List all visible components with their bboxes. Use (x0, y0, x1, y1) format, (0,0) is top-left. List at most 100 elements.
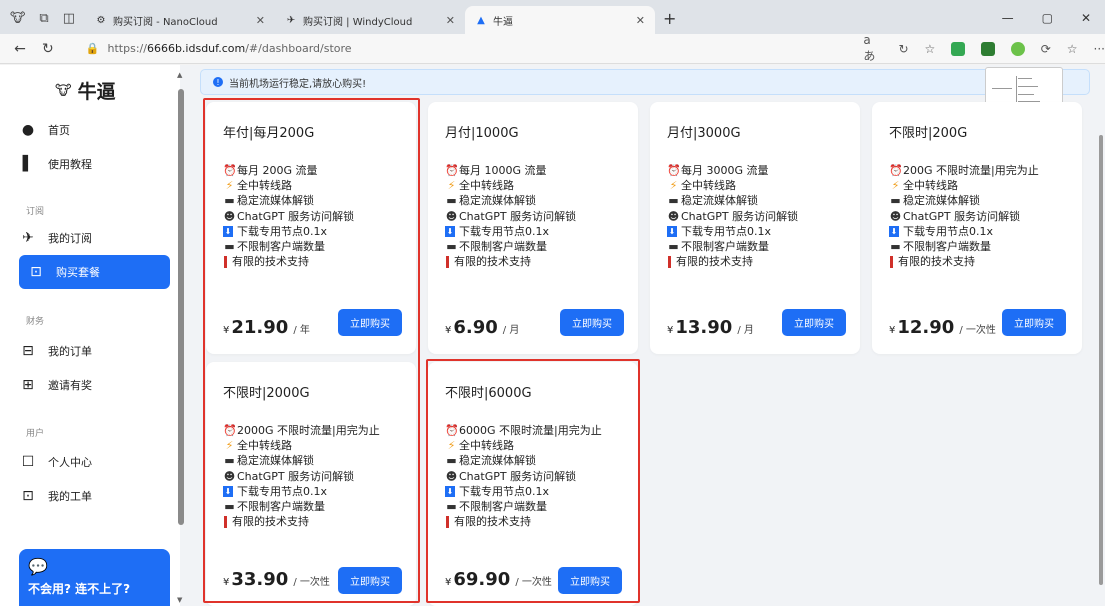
browser-tab-active[interactable]: ▲ 牛逼 ✕ (464, 6, 655, 34)
site-logo[interactable]: 🐮 牛逼 (55, 77, 116, 104)
feature-item: ⏰ 每月 200G 流量 (223, 164, 318, 177)
browser-tab-nanocloud[interactable]: ⚙ 购买订阅 - NanoCloud ✕ (85, 6, 275, 34)
shield-extension-icon[interactable] (951, 41, 966, 56)
tab-title: 牛逼 (492, 16, 513, 28)
buy-now-button[interactable]: 立即购买 (560, 309, 624, 336)
feature-item: ☻ ChatGPT 服务访问解锁 (445, 209, 577, 223)
red-bar-icon (224, 515, 227, 528)
page-scrollbar[interactable] (1097, 65, 1105, 606)
plan-card: 月付|1000G ⏰ 每月 1000G 流量 ⚡ 全中转线路 ▬ 稳定流媒体解锁 ☻ C… (428, 102, 638, 354)
minimap-thumbnail[interactable] (985, 67, 1063, 107)
close-window-icon[interactable]: ✕ (1081, 11, 1091, 25)
profile-icon[interactable]: 🐮 (10, 11, 25, 26)
plan-features: ⏰ 每月 1000G 流量 ⚡ 全中转线路 ▬ 稳定流媒体解锁 ☻ ChatGPT 服务… (445, 163, 576, 269)
buy-now-button[interactable]: 立即购买 (558, 567, 622, 594)
download-icon: ⬇ (445, 225, 455, 237)
close-icon[interactable]: ✕ (256, 14, 265, 27)
help-card[interactable]: 💬 不会用? 连不上了? (19, 549, 170, 606)
scrollbar-thumb[interactable] (1099, 135, 1103, 585)
sync-icon[interactable]: ⟳ (1041, 42, 1051, 56)
star-icon[interactable]: ☆ (925, 42, 936, 56)
paper-plane-icon: ✈ (22, 230, 34, 246)
plan-title: 月付|1000G (445, 126, 519, 141)
feature-item: ⏰ 2000G 不限时流量|用完为止 (223, 424, 380, 437)
buy-now-button[interactable]: 立即购买 (338, 567, 402, 594)
buy-now-button[interactable]: 立即购买 (338, 309, 402, 336)
buy-now-button[interactable]: 立即购买 (1002, 309, 1066, 336)
sidebar-scrollbar[interactable]: ▲ ▼ (176, 71, 186, 606)
address-bar[interactable]: 🔒 https://6666b.idsduf.com/#/dashboard/s… (76, 37, 834, 61)
robot-icon: ☻ (445, 209, 458, 223)
buy-now-button[interactable]: 立即购买 (782, 309, 846, 336)
scroll-down-icon[interactable]: ▼ (177, 596, 182, 604)
cow-logo-icon: 🐮 (55, 82, 72, 99)
feature-item: ▬ 稳定流媒体解锁 (890, 194, 980, 208)
gear-icon: ⚙ (96, 14, 106, 26)
scrollbar-thumb[interactable] (178, 89, 184, 525)
close-icon[interactable]: ✕ (446, 14, 455, 27)
sidebar-item-home[interactable]: ● 首页 (20, 117, 170, 143)
info-icon: ! (213, 77, 223, 87)
feature-item: ⬇ 下载专用节点0.1x (223, 484, 328, 498)
sidebar-item-tutorial[interactable]: ▌ 使用教程 (20, 151, 170, 177)
feature-item: ▬ 稳定流媒体解锁 (446, 454, 536, 468)
nav-group-finance: 财务 (26, 317, 45, 327)
alarm-clock-icon: ⏰ (445, 164, 459, 177)
close-icon[interactable]: ✕ (636, 14, 645, 27)
help-card-text: 不会用? 连不上了? (28, 582, 131, 596)
feature-item: ☻ ChatGPT 服务访问解锁 (223, 469, 355, 483)
sidebar-item-my-subscription[interactable]: ✈ 我的订阅 (20, 225, 170, 251)
workspaces-icon[interactable]: ⧉ (39, 11, 48, 26)
tab-actions-icon[interactable]: ◫ (63, 11, 75, 26)
alarm-clock-icon: ⏰ (223, 424, 237, 437)
green-extension-icon[interactable] (981, 41, 995, 56)
plan-title: 不限时|2000G (223, 386, 310, 401)
extension-icons: aあ ↻ ☆ ⟳ ☆ ··· (863, 33, 1105, 64)
plan-features: ⏰ 2000G 不限时流量|用完为止 ⚡ 全中转线路 ▬ 稳定流媒体解锁 ☻ ChatG… (223, 423, 380, 529)
sidebar-item-label: 我的工单 (48, 490, 92, 503)
plan-price: ¥21.90/ 年 (223, 317, 310, 338)
refresh-icon[interactable]: ↻ (34, 41, 62, 57)
feature-item: ☻ ChatGPT 服务访问解锁 (223, 209, 355, 223)
lightning-icon: ⚡ (669, 179, 678, 193)
read-aloud-icon[interactable]: aあ (863, 33, 882, 64)
plan-price: ¥13.90/ 月 (667, 317, 754, 338)
sidebar-item-my-orders[interactable]: ⊟ 我的订单 (20, 338, 170, 364)
globe-extension-icon[interactable] (1010, 41, 1025, 56)
feature-item: 有限的技术支持 (223, 514, 380, 529)
plan-price: ¥33.90/ 一次性 (223, 569, 330, 590)
sidebar-item-invite[interactable]: ⊞ 邀请有奖 (20, 372, 170, 398)
plan-card: 不限时|6000G ⏰ 6000G 不限时流量|用完为止 ⚡ 全中转线路 ▬ 稳定流媒… (428, 362, 638, 606)
sidebar-item-profile[interactable]: ☐ 个人中心 (20, 449, 170, 475)
download-icon: ⬇ (445, 485, 455, 497)
translate-icon[interactable]: ↻ (898, 42, 908, 56)
plan-title: 不限时|6000G (445, 386, 532, 401)
feature-item: ⚡ 全中转线路 (223, 178, 354, 193)
red-bar-icon (446, 515, 449, 528)
alarm-clock-icon: ⏰ (889, 164, 903, 177)
browser-tab-windycloud[interactable]: ✈ 购买订阅 | WindyCloud ✕ (275, 6, 465, 34)
robot-icon: ☻ (445, 469, 458, 483)
sidebar-item-label: 使用教程 (48, 158, 92, 171)
sidebar-item-buy-plan[interactable]: ⊡ 购买套餐 (19, 255, 170, 289)
restore-icon[interactable]: ▢ (1042, 11, 1053, 25)
new-tab-button[interactable]: + (655, 9, 684, 34)
tab-title: 购买订阅 | WindyCloud (302, 16, 413, 28)
favorites-icon[interactable]: ☆ (1067, 42, 1078, 56)
robot-icon: ☻ (667, 209, 680, 223)
scroll-up-icon[interactable]: ▲ (177, 71, 182, 79)
id-card-icon: ☐ (21, 454, 35, 470)
back-arrow-icon[interactable]: ← (6, 41, 34, 57)
sidebar: 🐮 牛逼 ● 首页 ▌ 使用教程 订阅 ✈ 我的订阅 ⊡ 购买套餐 财务 ⊟ 我… (0, 65, 180, 606)
feature-item: ⬇ 下载专用节点0.1x (889, 224, 994, 238)
robot-icon: ☻ (223, 209, 236, 223)
plan-features: ⏰ 每月 200G 流量 ⚡ 全中转线路 ▬ 稳定流媒体解锁 ☻ ChatGPT 服务访… (223, 163, 354, 269)
lightning-icon: ⚡ (447, 439, 456, 453)
laptop-icon: ▬ (224, 240, 235, 254)
lightning-icon: ⚡ (891, 179, 900, 193)
feature-item: ⬇ 下载专用节点0.1x (667, 224, 772, 238)
browser-tab-strip: 🐮 ⧉ ◫ ⚙ 购买订阅 - NanoCloud ✕ ✈ 购买订阅 | Wind… (0, 0, 1105, 34)
more-icon[interactable]: ··· (1094, 42, 1105, 56)
minimize-icon[interactable]: — (1002, 11, 1014, 25)
sidebar-item-tickets[interactable]: ⊡ 我的工单 (20, 483, 170, 509)
